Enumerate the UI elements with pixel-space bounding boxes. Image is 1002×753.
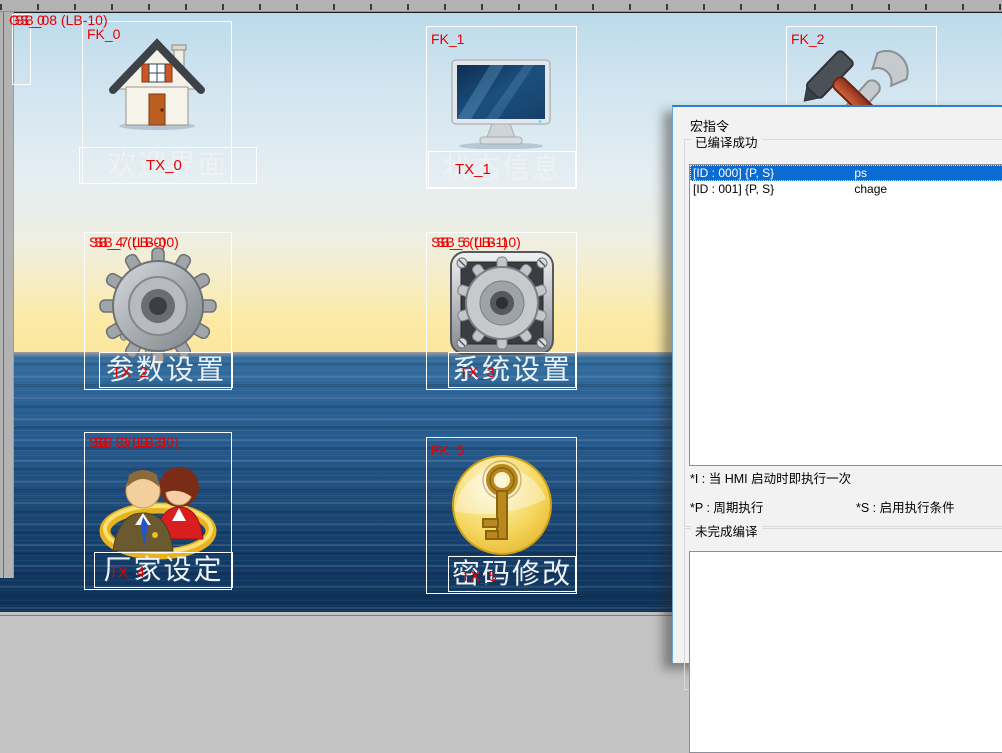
text-system-settings[interactable]: 系统设置 TX_3: [448, 352, 576, 388]
element-label: FK_1: [431, 32, 464, 46]
element-label-overlap: SB_3 (LB-30): [94, 435, 179, 449]
element-label-sb08: SB_08 (LB-10): [15, 13, 108, 27]
uncompiled-group-label: 未完成编译: [691, 521, 762, 540]
hmi-editor-screen: { "editor": { "top_left_labels": ["GS_0"…: [0, 0, 1002, 661]
compiled-macro-list[interactable]: [ID : 000] {P, S} ps [ID : 001] {P, S} c…: [689, 164, 1002, 466]
text-status[interactable]: 状态信息 TX_1: [428, 151, 576, 188]
ruler-horizontal: [0, 0, 1002, 12]
key-icon: [446, 449, 558, 561]
text-password-change[interactable]: 密码修改 TX_5: [448, 556, 576, 592]
macro-dialog[interactable]: 宏指令 已编译成功 [ID : 000] {P, S} ps [ID : 001…: [672, 105, 1002, 663]
macro-list-item-selected[interactable]: [ID : 000] {P, S} ps: [690, 165, 1002, 181]
people-icon: [93, 451, 223, 563]
element-label-overlap: SB_6 (LB-10): [436, 235, 521, 249]
monitor-icon: [446, 57, 556, 149]
text-element-label: TX_2: [112, 365, 148, 380]
text-element-label: TX_1: [455, 162, 491, 177]
element-label-overlap: SB_7 (LB-00): [94, 235, 179, 249]
macro-id: [ID : 000] {P, S}: [693, 165, 851, 181]
element-label: FK_5: [431, 443, 464, 457]
text-element-label: TX_0: [146, 158, 182, 173]
macro-id: [ID : 001] {P, S}: [693, 181, 851, 197]
element-label: FK_2: [791, 32, 824, 46]
macro-list-item[interactable]: [ID : 001] {P, S} chage: [690, 181, 1002, 197]
note-run-once: *I : 当 HMI 启动时即执行一次: [690, 468, 851, 487]
element-label: FK_0: [87, 27, 120, 41]
text-welcome[interactable]: 欢迎界面 TX_0: [79, 147, 257, 184]
house-icon: [107, 31, 207, 131]
ruler-vertical: [0, 0, 14, 578]
text-element-label: TX_5: [461, 569, 497, 584]
macro-name: ps: [854, 166, 867, 180]
compiled-group-label: 已编译成功: [691, 132, 762, 151]
text-factory-setting[interactable]: 厂家设定 TX_4: [94, 552, 233, 588]
gear-icon: [97, 245, 219, 367]
note-periodic: *P : 周期执行: [690, 497, 763, 516]
note-condition: *S : 启用执行条件: [856, 497, 955, 516]
text-element-label: TX_3: [459, 365, 495, 380]
settings-box-icon: [448, 249, 556, 357]
text-parameter-settings[interactable]: 参数设置 TX_2: [99, 352, 233, 388]
text-element-label: TX_4: [109, 565, 145, 580]
uncompiled-macro-list[interactable]: [689, 551, 1002, 753]
macro-name: chage: [854, 182, 887, 196]
